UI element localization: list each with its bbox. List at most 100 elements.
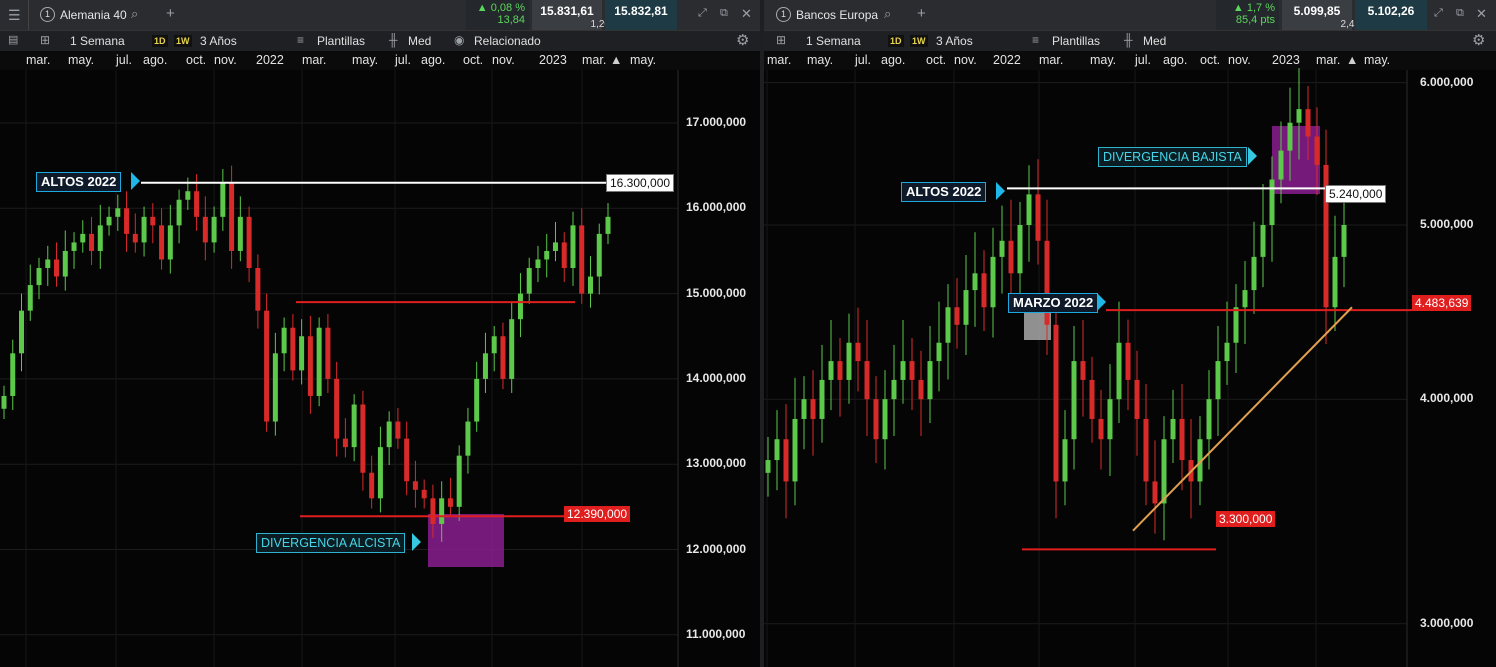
price-axis-label: 17.000,000 xyxy=(686,115,747,129)
chart-canvas[interactable] xyxy=(0,0,760,667)
candle-body xyxy=(918,379,924,400)
chart-panel-right: 1 Bancos Europa ⌕ + ▲ 1,7 % 85,4 pts 5.0… xyxy=(764,0,1496,667)
candle-body xyxy=(202,216,208,243)
candle-body xyxy=(1233,307,1239,343)
candle-body xyxy=(846,342,852,380)
candle-body xyxy=(1341,225,1347,257)
candle-body xyxy=(535,259,541,269)
candle-body xyxy=(27,285,33,311)
callout-highs-2022: ALTOS 2022 xyxy=(901,182,987,202)
candle-body xyxy=(1251,256,1257,291)
candle-body xyxy=(482,353,488,379)
candle-body xyxy=(1125,342,1131,380)
candle-body xyxy=(774,439,780,461)
candle-body xyxy=(281,327,287,354)
candle-body xyxy=(421,489,427,499)
candle-body xyxy=(1107,399,1113,440)
candle-body xyxy=(828,361,834,380)
candle-body xyxy=(316,327,322,396)
candle-body xyxy=(837,361,843,380)
candle-body xyxy=(412,481,418,490)
price-axis-label: 6.000,000 xyxy=(1420,74,1474,89)
candle-body xyxy=(246,216,252,269)
trendline xyxy=(1132,306,1353,532)
candle-body xyxy=(474,378,480,422)
candle-body xyxy=(1161,439,1167,504)
candle-body xyxy=(1305,109,1311,137)
candle-body xyxy=(124,208,130,234)
candle-body xyxy=(299,336,305,371)
candle-body xyxy=(954,307,960,325)
candle-body xyxy=(1017,225,1023,274)
callout-divergence: DIVERGENCIA ALCISTA xyxy=(256,533,406,553)
chart-panel-left: ☰ 1 Alemania 40 ⌕ + ▲ 0,08 % 13,84 15.83… xyxy=(0,0,760,667)
candle-body xyxy=(360,404,366,473)
trading-app: ☰ 1 Alemania 40 ⌕ + ▲ 0,08 % 13,84 15.83… xyxy=(0,0,1496,667)
candle-body xyxy=(80,233,86,243)
candle-body xyxy=(264,310,270,422)
candle-body xyxy=(54,259,60,277)
candle-body xyxy=(1035,194,1041,241)
candle-body xyxy=(801,399,807,419)
candle-body xyxy=(1026,194,1032,225)
candle-body xyxy=(981,273,987,308)
candle-body xyxy=(579,225,585,294)
callout-divergence: DIVERGENCIA BAJISTA xyxy=(1098,147,1247,167)
candle-body xyxy=(783,439,789,482)
candle-body xyxy=(150,216,156,226)
candle-body xyxy=(1179,418,1185,461)
candle-body xyxy=(1287,122,1293,151)
candle-body xyxy=(1,395,7,409)
candle-body xyxy=(395,421,401,439)
candle-body xyxy=(873,399,879,440)
price-axis-label: 11.000,000 xyxy=(686,626,746,641)
candle-body xyxy=(176,199,182,226)
candle-body xyxy=(864,361,870,400)
candle-body xyxy=(465,421,471,456)
candle-body xyxy=(1269,179,1275,225)
price-tag-low: 3.300,000 xyxy=(1216,511,1276,527)
candle-body xyxy=(500,336,506,379)
candle-body xyxy=(810,399,816,419)
candle-body xyxy=(1071,361,1077,440)
candle-body xyxy=(404,438,410,482)
candle-body xyxy=(325,327,331,379)
candle-body xyxy=(972,273,978,291)
callout-arrow-icon xyxy=(996,182,1005,200)
candle-body xyxy=(819,379,825,419)
price-axis-label: 4.000,000 xyxy=(1420,391,1474,406)
candle-body xyxy=(334,378,340,439)
candle-body xyxy=(1314,136,1320,165)
price-axis-label: 5.000,000 xyxy=(1420,217,1474,231)
candle-body xyxy=(185,191,191,200)
candle-body xyxy=(307,336,313,396)
candle-body xyxy=(1152,481,1158,504)
candle-body xyxy=(1224,342,1230,362)
chart-canvas[interactable] xyxy=(764,0,1496,667)
price-axis-label: 16.000,000 xyxy=(686,200,747,215)
callout-arrow-icon xyxy=(131,172,140,190)
candle-body xyxy=(891,379,897,400)
candle-body xyxy=(1089,379,1095,419)
price-axis-label: 12.000,000 xyxy=(686,541,747,556)
candle-body xyxy=(211,216,217,243)
candle-body xyxy=(132,233,138,243)
price-axis-label: 3.000,000 xyxy=(1420,615,1474,630)
candle-body xyxy=(229,182,235,251)
candle-body xyxy=(1116,342,1122,400)
price-axis-label: 14.000,000 xyxy=(686,370,747,385)
candle-body xyxy=(255,268,261,311)
candle-body xyxy=(561,242,567,269)
candle-body xyxy=(1332,256,1338,308)
candle-body xyxy=(990,256,996,308)
candle-body xyxy=(115,208,121,217)
candle-body xyxy=(369,472,375,499)
candle-body xyxy=(1206,399,1212,440)
callout-arrow-icon xyxy=(412,533,421,551)
candle-body xyxy=(792,418,798,482)
candle-body xyxy=(36,268,42,286)
candle-body xyxy=(570,225,576,269)
candle-body xyxy=(106,216,112,226)
candle-body xyxy=(1242,290,1248,308)
candle-body xyxy=(1053,324,1059,482)
